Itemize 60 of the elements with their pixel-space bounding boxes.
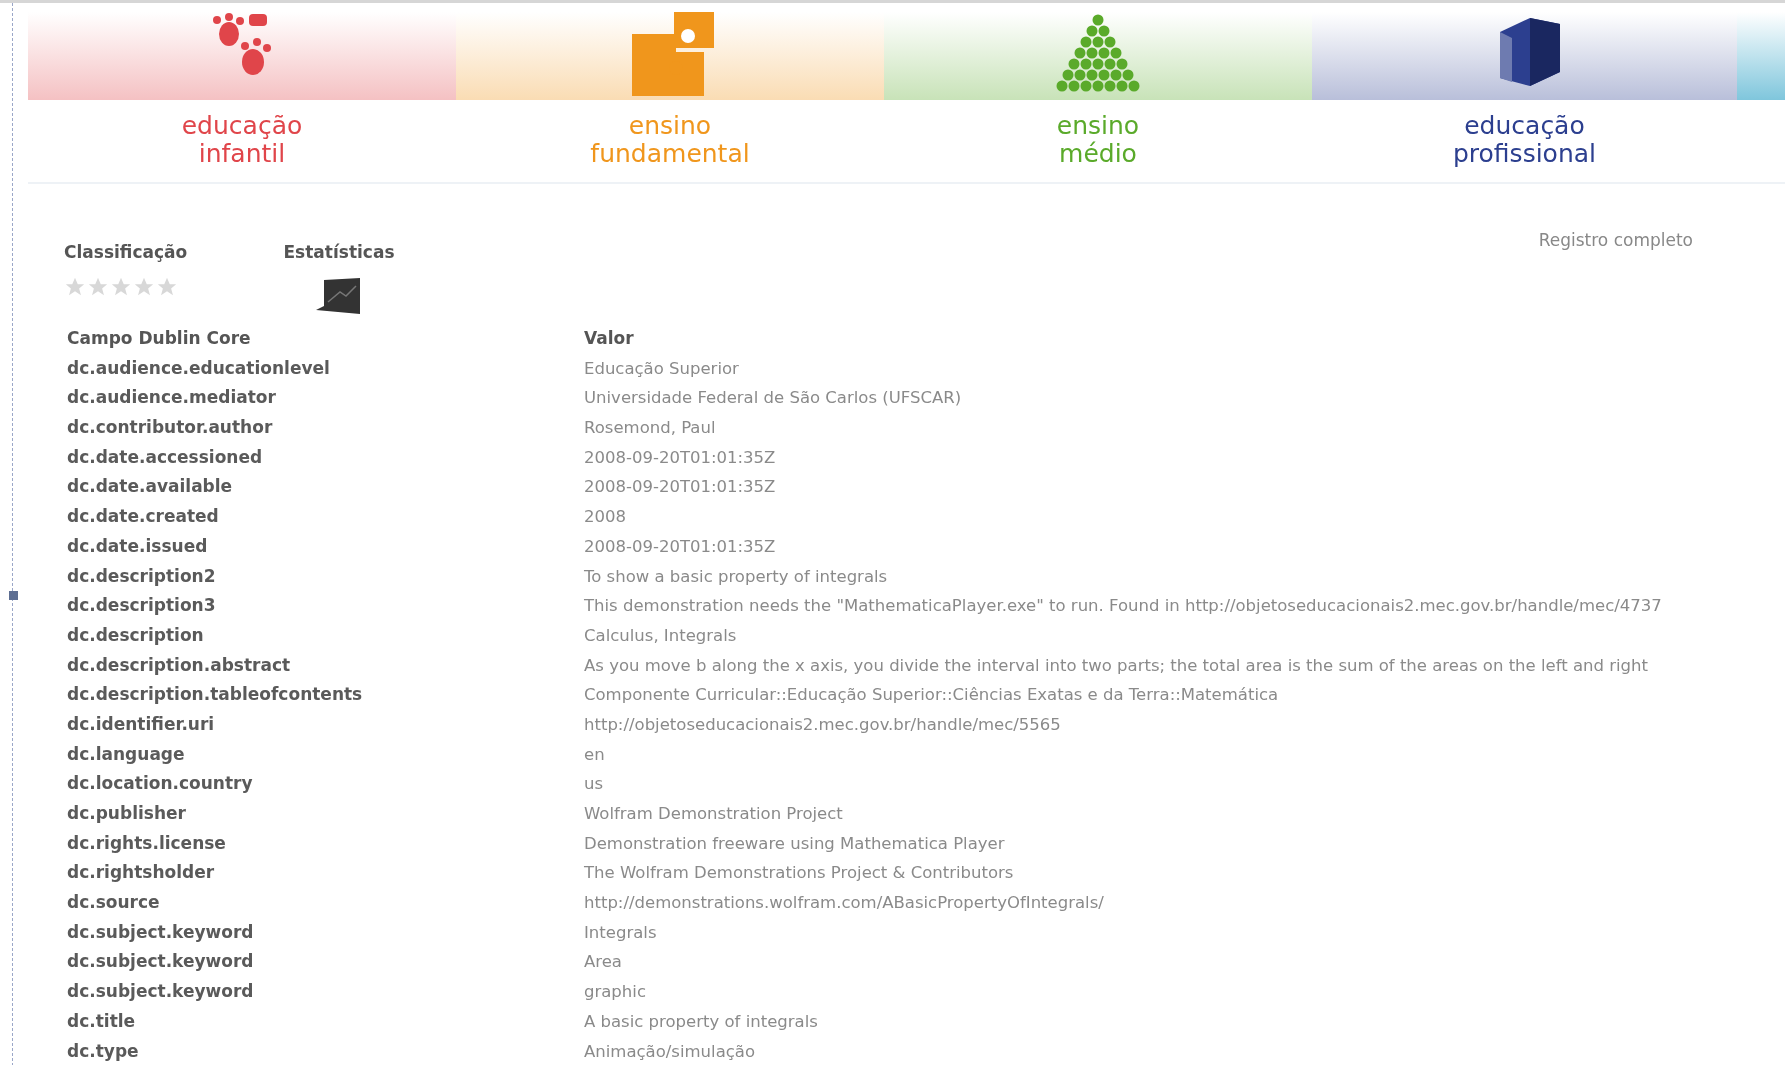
field-name: dc.rightsholder xyxy=(67,861,216,885)
field-name: dc.title xyxy=(67,1009,137,1033)
field-name: dc.date.created xyxy=(67,505,220,529)
field-value: Wolfram Demonstration Project xyxy=(584,803,844,825)
field-value: Calculus, Integrals xyxy=(584,624,738,647)
field-value: Area xyxy=(584,951,623,974)
field-value: As you move b along the x axis, you divide the interval into two parts; the total area is the sum of the areas on the left and right xyxy=(584,654,1649,677)
field-name: dc.contributor.author xyxy=(67,416,274,440)
field-name: dc.rights.license xyxy=(67,831,227,855)
field-name: dc.location.country xyxy=(67,772,254,796)
field-name: dc.description.tableofcontents xyxy=(67,683,364,707)
field-value: 2008-09-20T01:01:35Z xyxy=(584,476,777,499)
field-name: dc.type xyxy=(67,1039,140,1063)
field-name: dc.audience.educationlevel xyxy=(67,356,331,380)
field-name: dc.description xyxy=(67,623,205,647)
field-value: Rosemond, Paul xyxy=(584,417,717,440)
field-name: dc.subject.keyword xyxy=(67,950,255,974)
field-name: dc.date.accessioned xyxy=(67,445,264,469)
field-name: dc.publisher xyxy=(67,802,187,825)
field-value: Animação/simulação xyxy=(584,1040,757,1063)
field-value: http://demonstrations.wolfram.com/ABasicPropertyOfIntegrals/ xyxy=(584,892,1105,915)
field-value: us xyxy=(584,773,605,796)
column-header: Valor xyxy=(584,327,635,350)
field-name: dc.date.available xyxy=(67,475,234,499)
field-value: This demonstration needs the "MathematicaPlayer.exe" to run. Found in http://objetoseducacionais2.mec.gov.br/handle/mec/4737 xyxy=(584,595,1663,618)
star-icon[interactable] xyxy=(110,276,132,298)
field-name: dc.subject.keyword xyxy=(67,920,255,944)
chart-icon[interactable] xyxy=(316,276,362,314)
field-name: dc.description2 xyxy=(67,564,217,588)
field-value: 2008-09-20T01:01:35Z xyxy=(584,535,777,558)
field-value: en xyxy=(584,743,606,766)
star-icon[interactable] xyxy=(133,276,155,298)
field-value: 2008 xyxy=(584,506,627,529)
field-value: To show a basic property of integrals xyxy=(584,565,889,588)
field-value: graphic xyxy=(584,981,647,1004)
edge-marker-icon xyxy=(9,591,18,600)
field-name: dc.source xyxy=(67,891,161,915)
field-value: The Wolfram Demonstrations Project & Contributors xyxy=(584,862,1015,885)
field-name: dc.subject.keyword xyxy=(67,980,255,1004)
full-record-link[interactable]: Registro completo xyxy=(1538,230,1693,250)
field-value: http://objetoseducacionais2.mec.gov.br/handle/mec/5565 xyxy=(584,713,1062,736)
star-icon[interactable] xyxy=(64,276,86,298)
field-value: Integrals xyxy=(584,921,658,944)
star-icon[interactable] xyxy=(156,276,178,298)
field-name: dc.audience.mediator xyxy=(67,386,277,410)
field-name: dc.date.issued xyxy=(67,534,209,558)
field-value: A basic property of integrals xyxy=(584,1010,819,1033)
star-icon[interactable] xyxy=(87,276,109,298)
field-value: Componente Curricular::Educação Superior::Ciências Exatas e da Terra::Matemática xyxy=(584,684,1280,707)
column-header: Campo Dublin Core xyxy=(67,327,252,350)
field-name: dc.identifier.uri xyxy=(67,712,216,736)
field-name: dc.description.abstract xyxy=(67,653,292,677)
field-value: 2008-09-20T01:01:35Z xyxy=(584,446,777,469)
field-value: Demonstration freeware using Mathematica Player xyxy=(584,832,1006,855)
field-name: dc.language xyxy=(67,742,186,766)
field-value: Educação Superior xyxy=(584,357,740,380)
field-value: Universidade Federal de São Carlos (UFSCAR) xyxy=(584,387,963,410)
statistics-label: Estatísticas xyxy=(283,242,395,262)
field-name: dc.description3 xyxy=(67,594,217,618)
rating-label: Classificação xyxy=(64,242,188,262)
